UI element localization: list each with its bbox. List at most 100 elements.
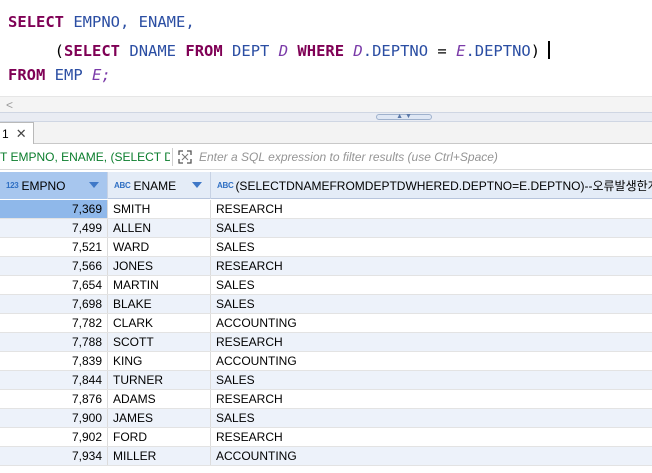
cell-empno[interactable]: 7,902 xyxy=(0,428,108,446)
table-alias: E; xyxy=(92,66,111,84)
cell-empno[interactable]: 7,654 xyxy=(0,276,108,294)
filter-input[interactable] xyxy=(199,149,639,164)
table-row[interactable]: 7,876 ADAMS RESEARCH xyxy=(0,390,652,409)
cell-empno[interactable]: 7,788 xyxy=(0,333,108,351)
divider xyxy=(172,147,173,166)
cell-ename[interactable]: ALLEN xyxy=(108,219,211,237)
close-paren: ) xyxy=(530,42,541,60)
cell-empno[interactable]: 7,900 xyxy=(0,409,108,427)
results-grid: 123 EMPNO ABC ENAME ABC (SELECTDNAMEFROM… xyxy=(0,172,652,473)
sql-editor[interactable]: SELECT EMPNO, ENAME, (SELECT DNAME FROM … xyxy=(0,0,652,96)
table-row[interactable]: 7,934 MILLER ACCOUNTING xyxy=(0,447,652,466)
results-tab-bar: 1 ✕ xyxy=(0,122,652,144)
text-cursor xyxy=(548,41,551,59)
identifier: .DEPTNO xyxy=(362,42,429,60)
table-row[interactable]: 7,844 TURNER SALES xyxy=(0,371,652,390)
cell-empno[interactable]: 7,844 xyxy=(0,371,108,389)
table-row[interactable]: 7,521 WARD SALES xyxy=(0,238,652,257)
table-row[interactable]: 7,839 KING ACCOUNTING xyxy=(0,352,652,371)
scroll-left-icon[interactable]: < xyxy=(6,98,13,112)
cell-ename[interactable]: JONES xyxy=(108,257,211,275)
table-row[interactable]: 7,782 CLARK ACCOUNTING xyxy=(0,314,652,333)
cell-empno[interactable]: 7,698 xyxy=(0,295,108,313)
cell-dname[interactable]: ACCOUNTING xyxy=(211,447,652,465)
table-row[interactable]: 7,902 FORD RESEARCH xyxy=(0,428,652,447)
cell-dname[interactable]: RESEARCH xyxy=(211,333,652,351)
expand-icon[interactable] xyxy=(177,149,193,165)
identifier: DNAME xyxy=(129,42,177,60)
cell-empno[interactable]: 7,782 xyxy=(0,314,108,332)
column-name: EMPNO xyxy=(21,178,66,193)
sort-arrow-icon[interactable] xyxy=(89,182,99,188)
table-row[interactable]: 7,499 ALLEN SALES xyxy=(0,219,652,238)
grid-header: 123 EMPNO ABC ENAME ABC (SELECTDNAMEFROM… xyxy=(0,172,652,199)
filter-query-text[interactable]: T EMPNO, ENAME, (SELECT DNAME xyxy=(0,150,170,164)
cell-empno[interactable]: 7,839 xyxy=(0,352,108,370)
table-row[interactable]: 7,698 BLAKE SALES xyxy=(0,295,652,314)
table-alias: D xyxy=(353,42,363,60)
cell-dname[interactable]: ACCOUNTING xyxy=(211,352,652,370)
column-header-empno[interactable]: 123 EMPNO xyxy=(0,172,108,199)
cell-empno[interactable]: 7,521 xyxy=(0,238,108,256)
editor-horizontal-scrollbar[interactable]: < xyxy=(0,96,652,112)
open-paren: ( xyxy=(54,42,65,60)
sql-line-1: SELECT EMPNO, ENAME, xyxy=(8,11,195,33)
cell-dname[interactable]: RESEARCH xyxy=(211,390,652,408)
cell-ename[interactable]: KING xyxy=(108,352,211,370)
column-header-dname[interactable]: ABC (SELECTDNAMEFROMDEPTDWHERED.DEPTNO=E… xyxy=(211,172,652,199)
cell-dname[interactable]: RESEARCH xyxy=(211,200,652,218)
identifier: .DEPTNO xyxy=(465,42,531,60)
cell-empno[interactable]: 7,566 xyxy=(0,257,108,275)
cell-empno[interactable]: 7,499 xyxy=(0,219,108,237)
keyword: FROM xyxy=(185,42,223,60)
column-name: (SELECTDNAMEFROMDEPTDWHERED.DEPTNO=E.DEP… xyxy=(235,179,652,193)
cell-ename[interactable]: SMITH xyxy=(108,200,211,218)
cell-dname[interactable]: RESEARCH xyxy=(211,257,652,275)
panel-sash[interactable]: ▲ ▼ xyxy=(0,112,652,122)
cell-empno[interactable]: 7,934 xyxy=(0,447,108,465)
sql-line-2: (SELECT DNAME FROM DEPT D WHERE D.DEPTNO… xyxy=(8,40,551,62)
close-icon[interactable]: ✕ xyxy=(16,126,27,142)
cell-dname[interactable]: SALES xyxy=(211,219,652,237)
sash-handle-icon[interactable]: ▲ ▼ xyxy=(376,113,432,120)
cell-empno[interactable]: 7,876 xyxy=(0,390,108,408)
text-type-icon: ABC xyxy=(217,181,234,190)
sort-arrow-icon[interactable] xyxy=(192,182,202,188)
table-row[interactable]: 7,788 SCOTT RESEARCH xyxy=(0,333,652,352)
tab-label: 1 xyxy=(2,126,9,141)
table-row[interactable]: 7,369 SMITH RESEARCH xyxy=(0,200,652,219)
table-row[interactable]: 7,900 JAMES SALES xyxy=(0,409,652,428)
column-name: ENAME xyxy=(133,178,177,193)
cell-empno[interactable]: 7,369 xyxy=(0,200,108,218)
cell-dname[interactable]: SALES xyxy=(211,238,652,256)
cell-ename[interactable]: TURNER xyxy=(108,371,211,389)
cell-dname[interactable]: SALES xyxy=(211,276,652,294)
cell-dname[interactable]: ACCOUNTING xyxy=(211,314,652,332)
cell-ename[interactable]: JAMES xyxy=(108,409,211,427)
cell-ename[interactable]: BLAKE xyxy=(108,295,211,313)
keyword: SELECT xyxy=(8,13,64,31)
operator: = xyxy=(428,42,457,60)
cell-ename[interactable]: CLARK xyxy=(108,314,211,332)
table-row[interactable]: 7,654 MARTIN SALES xyxy=(0,276,652,295)
table-alias: D xyxy=(278,42,289,60)
identifier: DEPT xyxy=(232,42,270,60)
table-row[interactable]: 7,566 JONES RESEARCH xyxy=(0,257,652,276)
cell-ename[interactable]: SCOTT xyxy=(108,333,211,351)
cell-ename[interactable]: ADAMS xyxy=(108,390,211,408)
filter-bar: T EMPNO, ENAME, (SELECT DNAME xyxy=(0,144,652,170)
tab-results-1[interactable]: 1 ✕ xyxy=(0,122,34,144)
cell-dname[interactable]: SALES xyxy=(211,409,652,427)
text-type-icon: ABC xyxy=(114,181,131,190)
cell-ename[interactable]: FORD xyxy=(108,428,211,446)
cell-ename[interactable]: WARD xyxy=(108,238,211,256)
cell-dname[interactable]: RESEARCH xyxy=(211,428,652,446)
cell-dname[interactable]: SALES xyxy=(211,295,652,313)
cell-dname[interactable]: SALES xyxy=(211,371,652,389)
sql-line-3: FROM EMP E; xyxy=(8,64,111,86)
column-header-ename[interactable]: ABC ENAME xyxy=(108,172,211,199)
keyword: SELECT xyxy=(64,42,121,60)
cell-ename[interactable]: MILLER xyxy=(108,447,211,465)
cell-ename[interactable]: MARTIN xyxy=(108,276,211,294)
